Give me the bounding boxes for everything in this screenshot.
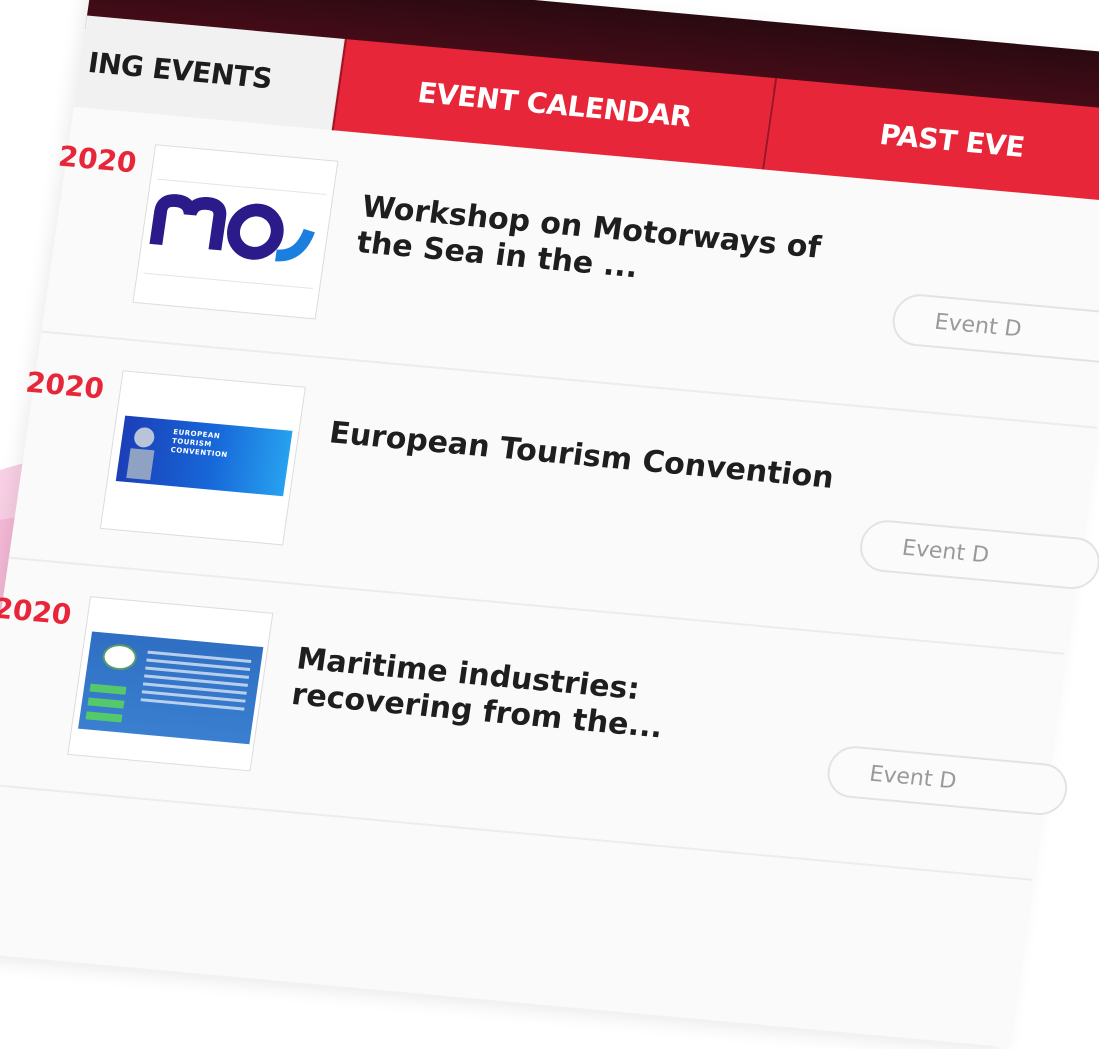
green-bar	[87, 697, 125, 709]
event-year: 2020	[0, 591, 74, 632]
event-year: 2020	[23, 365, 107, 406]
banner-text: EUROPEAN TOURISM CONVENTION	[170, 428, 229, 460]
event-details-button[interactable]: Event D	[824, 743, 1071, 818]
event-title[interactable]: Maritime industries: recovering from the…	[289, 641, 817, 759]
event-details-button[interactable]: Event D	[889, 292, 1099, 366]
button-label: Event D	[900, 535, 991, 568]
green-bar	[89, 683, 127, 695]
button-label: Event D	[867, 761, 959, 794]
event-year: 2020	[56, 139, 139, 180]
green-bar	[85, 711, 123, 723]
tab-label: PAST EVE	[877, 117, 1027, 164]
tab-label: ING EVENTS	[86, 45, 275, 95]
tab-label: EVENT CALENDAR	[415, 75, 694, 134]
event-title[interactable]: European Tourism Convention	[327, 415, 850, 498]
maritime-industries-banner	[78, 631, 264, 745]
event-title[interactable]: Workshop on Motorways of the Sea in the …	[354, 189, 882, 307]
organization-logo-icon	[100, 642, 139, 672]
events-page: ING EVENTS EVENT CALENDAR PAST EVE 2020 …	[0, 0, 1099, 1048]
banner-text-lines	[140, 650, 252, 716]
event-thumbnail-tourism[interactable]: EUROPEAN TOURISM CONVENTION	[99, 370, 306, 546]
event-thumbnail-maritime[interactable]	[67, 596, 274, 772]
mos-logo-icon	[143, 178, 327, 289]
event-thumbnail-mos[interactable]	[132, 144, 339, 320]
event-details-button[interactable]: Event D	[856, 518, 1099, 592]
event-list: 2020 Workshop on Motorways of the Sea in…	[0, 106, 1099, 881]
button-label: Event D	[933, 309, 1024, 342]
european-tourism-convention-banner: EUROPEAN TOURISM CONVENTION	[115, 415, 293, 497]
person-graphic-icon	[126, 427, 155, 481]
